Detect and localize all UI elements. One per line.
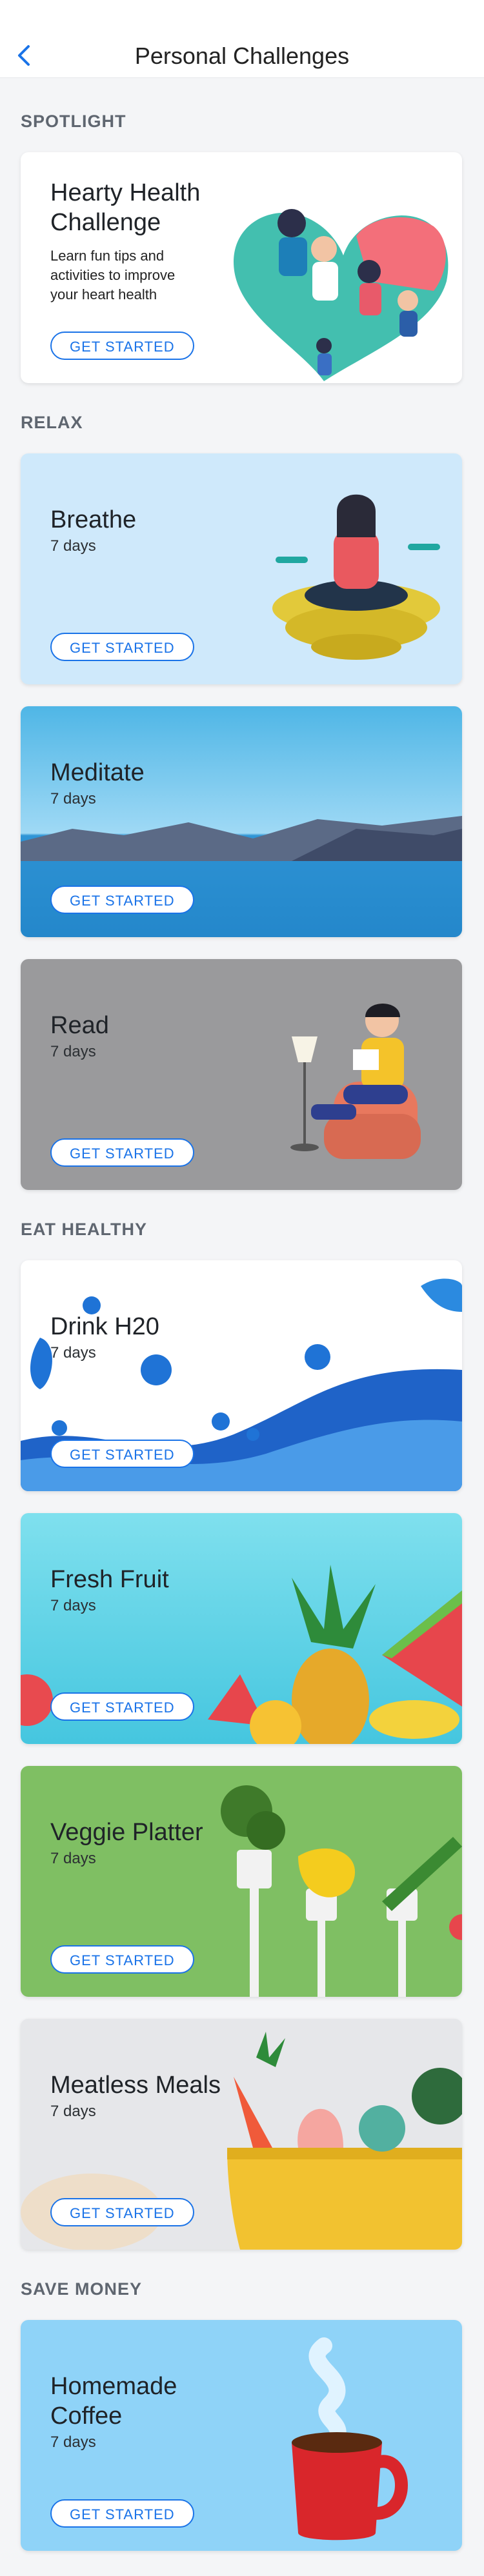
get-started-button[interactable]: GET STARTED <box>50 332 194 360</box>
challenge-card-hearty-health[interactable]: Hearty Health Challenge Learn fun tips a… <box>21 152 462 383</box>
card-title: Meditate <box>50 759 145 786</box>
get-started-button[interactable]: GET STARTED <box>50 2499 194 2528</box>
challenge-card-breathe[interactable]: Breathe 7 days GET STARTED <box>21 453 462 684</box>
get-started-button[interactable]: GET STARTED <box>50 1692 194 1721</box>
challenge-card-fresh-fruit[interactable]: Fresh Fruit 7 days GET STARTED <box>21 1513 462 1744</box>
card-duration: 7 days <box>50 790 96 807</box>
get-started-button[interactable]: GET STARTED <box>50 886 194 914</box>
challenge-card-drink-h20[interactable]: Drink H20 7 days GET STARTED <box>21 1260 462 1491</box>
card-title: Fresh Fruit <box>50 1566 169 1593</box>
get-started-button[interactable]: GET STARTED <box>50 1138 194 1167</box>
section-eat-healthy: EAT HEALTHY Drink H20 7 days GET STARTED <box>0 1212 484 2250</box>
card-title: Meatless Meals <box>50 2072 221 2099</box>
card-duration: 7 days <box>50 1850 96 1867</box>
card-title: Read <box>50 1012 109 1039</box>
page-title: Personal Challenges <box>134 43 350 69</box>
get-started-button[interactable]: GET STARTED <box>50 1945 194 1974</box>
section-title: SPOTLIGHT <box>21 112 126 131</box>
section-relax: RELAX Breathe 7 days GET STARTED Meditat… <box>0 405 484 1190</box>
card-title: Homemade Coffee <box>50 2373 177 2430</box>
challenge-card-veggie-platter[interactable]: Veggie Platter 7 days GET STARTED <box>21 1766 462 1997</box>
get-started-button[interactable]: GET STARTED <box>50 2198 194 2226</box>
section-save-money: SAVE MONEY Homemade Coffee 7 days GET ST… <box>0 2272 484 2551</box>
section-title: RELAX <box>21 413 83 432</box>
get-started-button[interactable]: GET STARTED <box>50 633 194 661</box>
section-title: SAVE MONEY <box>21 2279 143 2299</box>
challenge-card-homemade-coffee[interactable]: Homemade Coffee 7 days GET STARTED <box>21 2320 462 2551</box>
card-duration: 7 days <box>50 2103 96 2120</box>
card-duration: 7 days <box>50 1597 96 1614</box>
card-duration: 7 days <box>50 1344 96 1362</box>
card-title: Veggie Platter <box>50 1819 203 1846</box>
section-title: EAT HEALTHY <box>21 1220 147 1239</box>
challenge-card-meatless-meals[interactable]: Meatless Meals 7 days GET STARTED <box>21 2019 462 2250</box>
card-title: Drink H20 <box>50 1313 159 1340</box>
navigation-bar: Personal Challenges <box>0 0 484 78</box>
card-title: Breathe <box>50 506 137 533</box>
get-started-button[interactable]: GET STARTED <box>50 1440 194 1468</box>
challenge-card-read[interactable]: Read 7 days GET STARTED <box>21 959 462 1190</box>
card-duration: 7 days <box>50 537 96 555</box>
section-spotlight: SPOTLIGHT Hearty Health Challenge Learn … <box>0 78 484 383</box>
challenge-card-meditate[interactable]: Meditate 7 days GET STARTED <box>21 706 462 937</box>
card-duration: 7 days <box>50 1043 96 1060</box>
card-title: Hearty Health Challenge <box>50 179 201 236</box>
card-description: Learn fun tips and activities to improve… <box>50 248 176 302</box>
card-duration: 7 days <box>50 2433 96 2451</box>
